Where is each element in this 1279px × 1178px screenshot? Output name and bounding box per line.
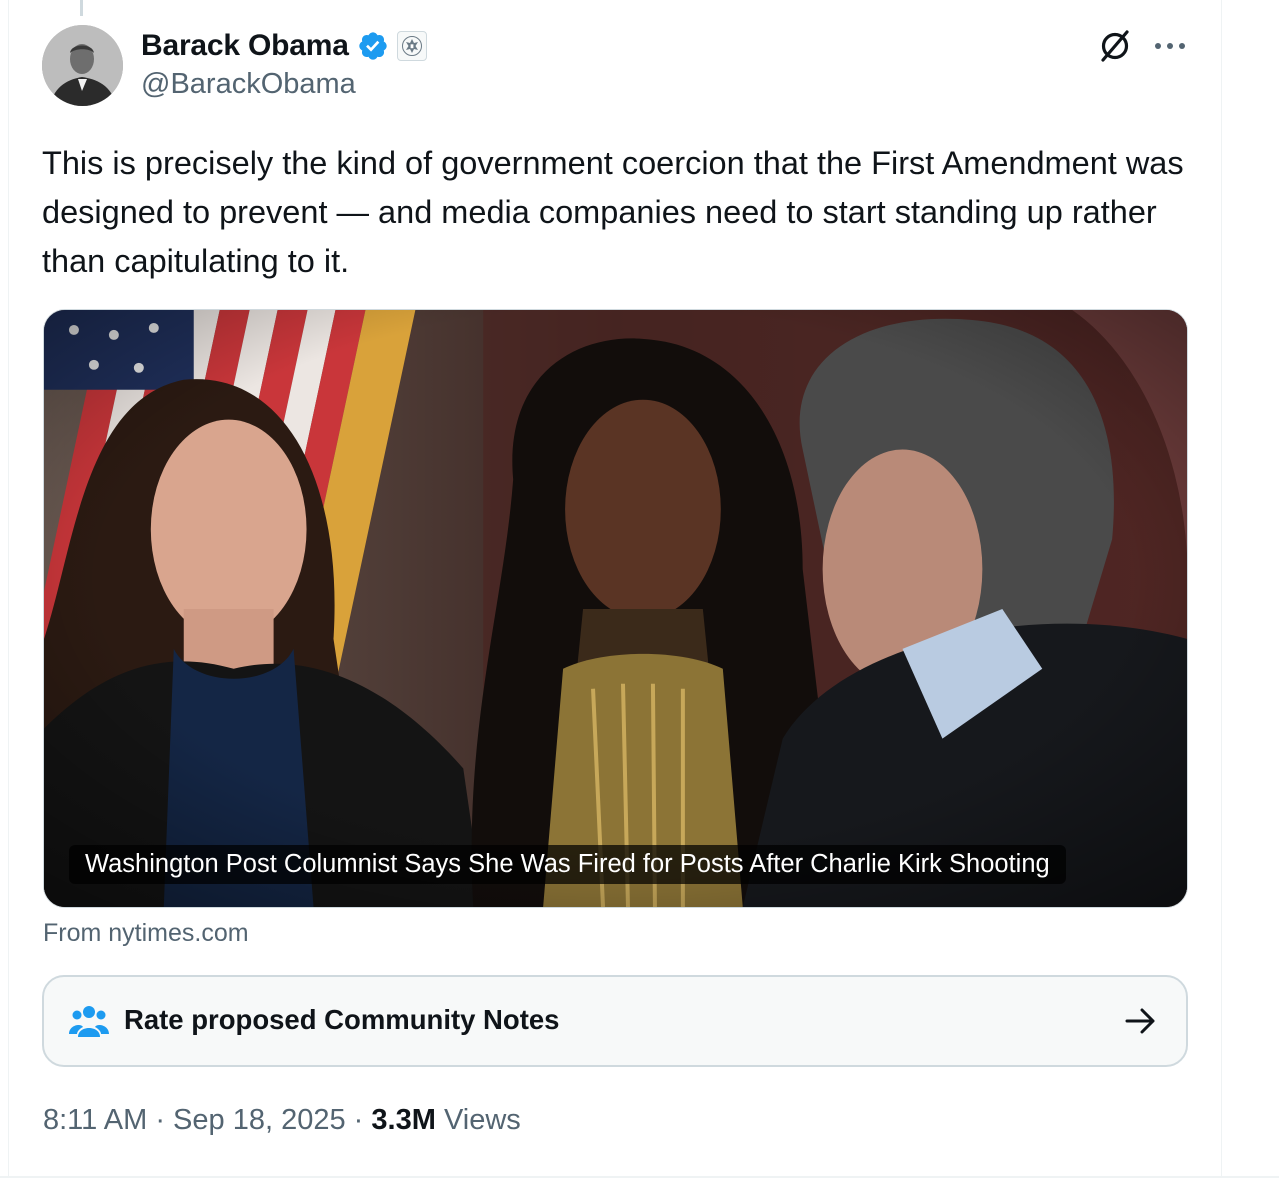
avatar-portrait <box>42 25 123 106</box>
author-handle[interactable]: @BarackObama <box>141 68 356 101</box>
link-card-media[interactable]: Washington Post Columnist Says She Was F… <box>43 309 1188 908</box>
more-options-button[interactable] <box>1151 27 1189 65</box>
tweet-text: This is precisely the kind of government… <box>42 145 1184 279</box>
views-label: Views <box>443 1104 521 1136</box>
tweet-meta: 8:11 AM · Sep 18, 2025 · 3.3M Views <box>43 1104 521 1137</box>
author-avatar[interactable] <box>42 25 123 106</box>
arrow-right-icon <box>1125 1008 1155 1034</box>
us-government-seal-icon[interactable] <box>396 31 427 61</box>
meta-separator: · <box>155 1104 165 1136</box>
link-source[interactable]: From nytimes.com <box>43 919 249 948</box>
link-card-headline[interactable]: Washington Post Columnist Says She Was F… <box>69 845 1066 884</box>
verified-badge-icon[interactable] <box>357 30 389 62</box>
people-group-icon <box>69 1006 109 1037</box>
seal-glyph <box>401 36 422 56</box>
tweet-time[interactable]: 8:11 AM <box>43 1104 147 1136</box>
views-count: 3.3M <box>371 1104 436 1136</box>
column-border-left <box>8 0 9 1178</box>
more-dots-icon <box>1155 43 1185 49</box>
thread-line <box>80 0 83 16</box>
author-name-row: Barack Obama <box>141 26 427 66</box>
community-notes-label: Rate proposed Community Notes <box>124 1004 560 1035</box>
rate-community-notes-button[interactable]: Rate proposed Community Notes <box>42 975 1188 1067</box>
tweet-date[interactable]: Sep 18, 2025 <box>173 1104 346 1136</box>
grok-button[interactable] <box>1096 27 1134 65</box>
grok-icon <box>1101 30 1129 62</box>
article-photo <box>44 310 1187 907</box>
author-name[interactable]: Barack Obama <box>141 29 349 63</box>
meta-separator: · <box>353 1104 364 1136</box>
column-border-right <box>1221 0 1222 1178</box>
